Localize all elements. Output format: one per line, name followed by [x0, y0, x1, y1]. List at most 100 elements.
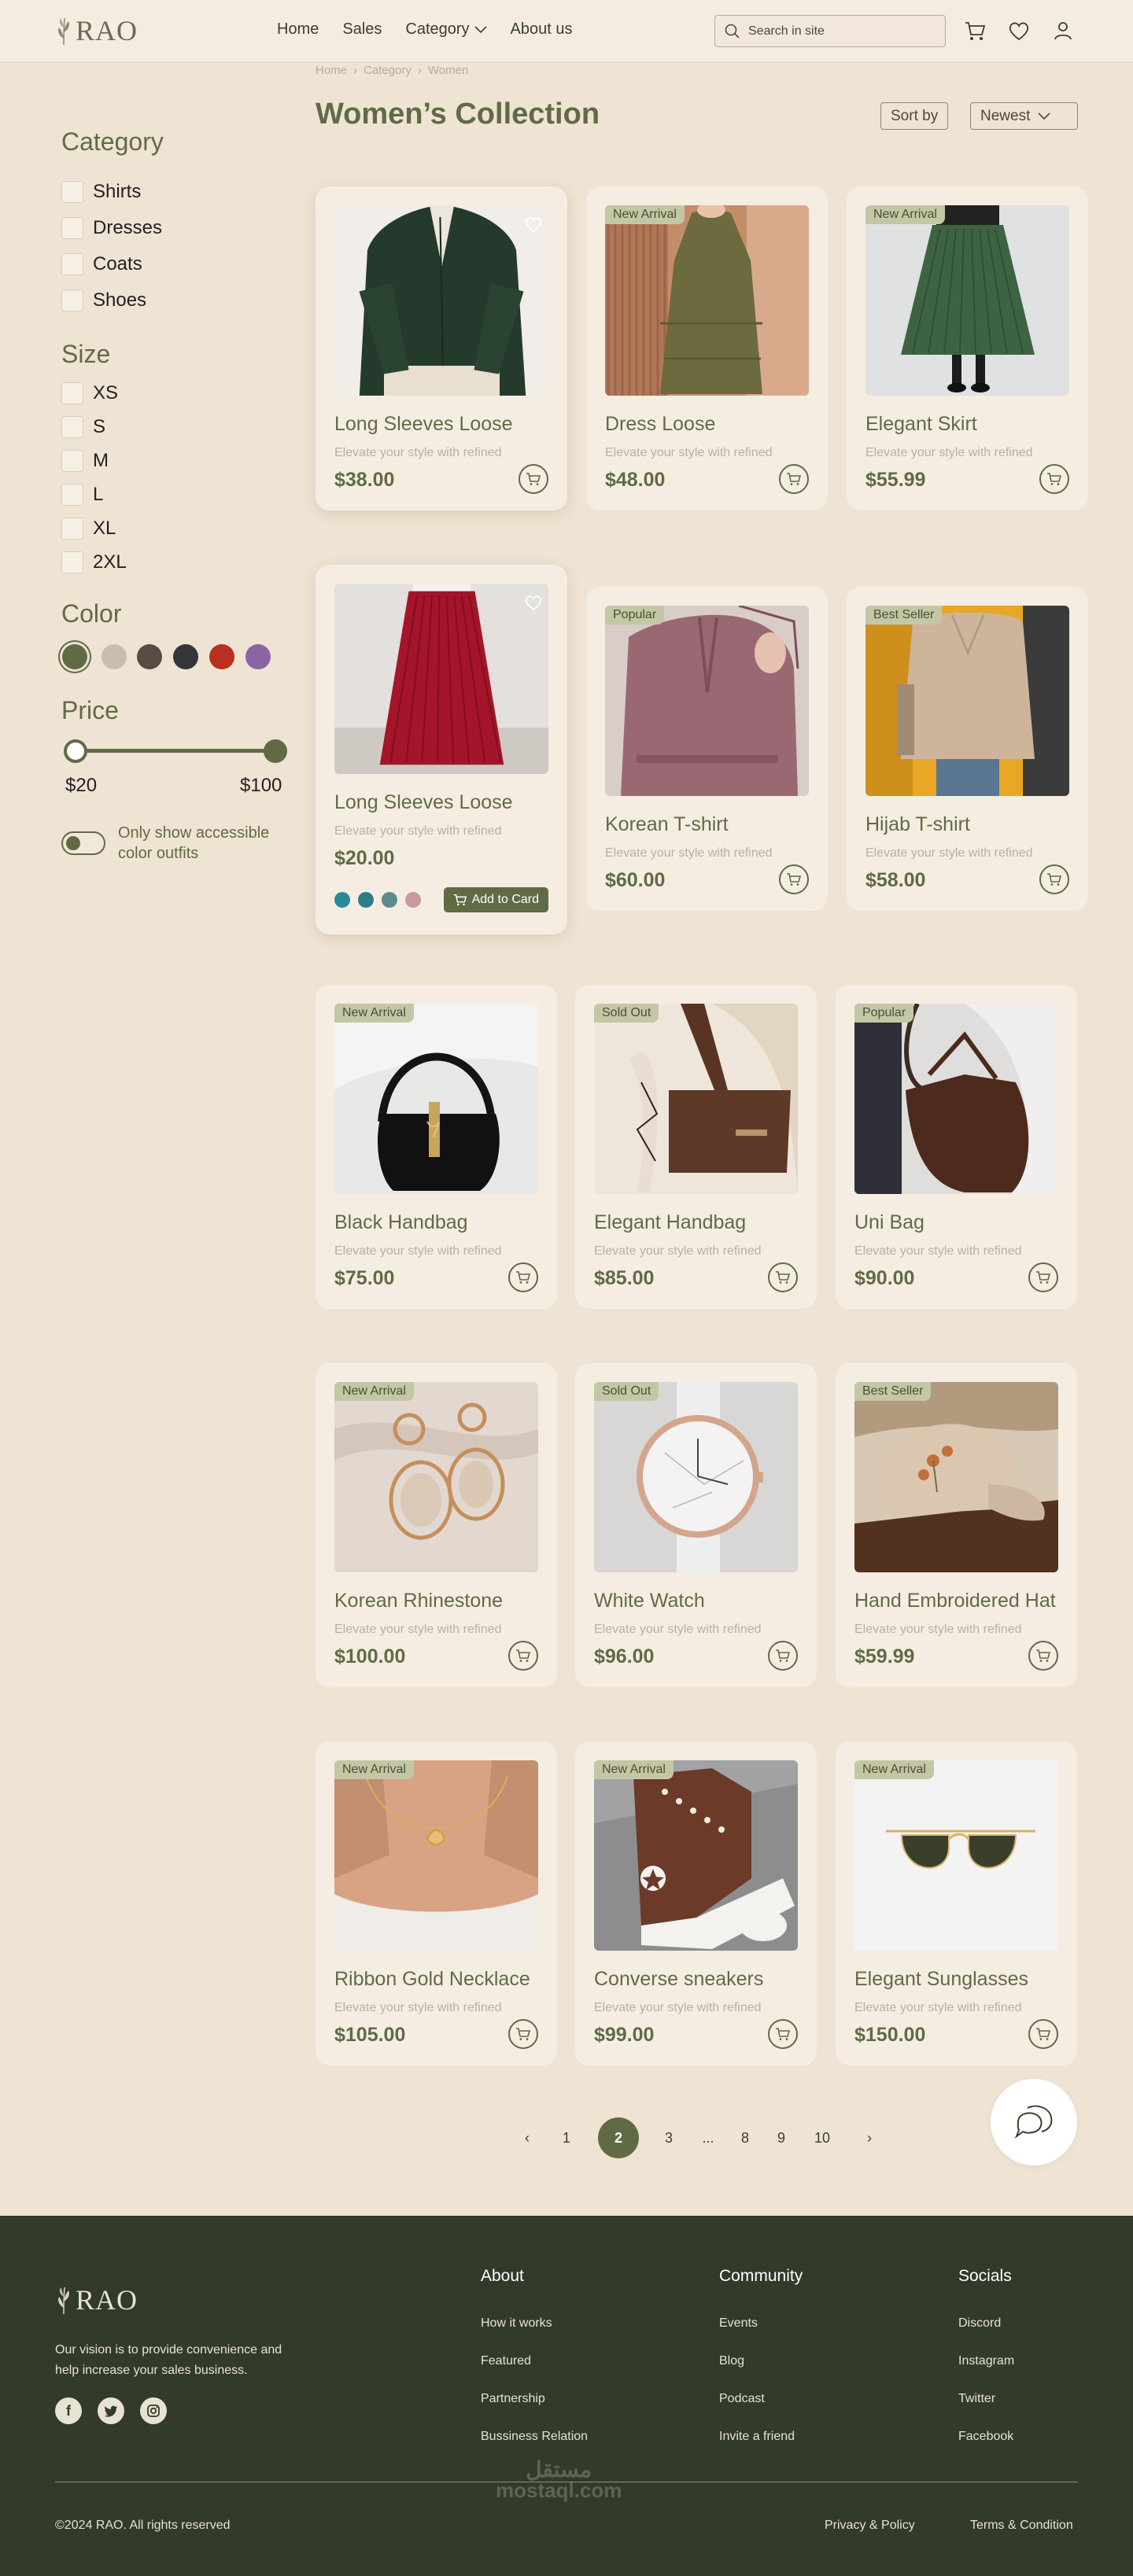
- checkbox[interactable]: [61, 382, 83, 404]
- product-name[interactable]: Black Handbag: [334, 1211, 468, 1234]
- terms-condition-link[interactable]: Terms & Condition: [970, 2519, 1073, 2533]
- footer-link-events[interactable]: Events: [719, 2316, 758, 2331]
- footer-link-how-it-works[interactable]: How it works: [481, 2316, 552, 2331]
- heart-icon[interactable]: [1007, 19, 1031, 42]
- product-name[interactable]: Long Sleeves Loose: [334, 413, 513, 436]
- black-handbag-photo[interactable]: [334, 1004, 538, 1194]
- add-to-cart-button[interactable]: [1028, 2019, 1058, 2049]
- prev-page-button[interactable]: ‹: [511, 2117, 543, 2158]
- product-name[interactable]: Long Sleeves Loose: [334, 791, 513, 814]
- chat-button[interactable]: [991, 2079, 1077, 2165]
- product-card[interactable]: New Arrival Converse sneakers Elevate your…: [575, 1741, 817, 2066]
- filter-size-s[interactable]: S: [61, 416, 105, 438]
- product-card[interactable]: New Arrival Black Handbag Elevate your sty…: [316, 985, 557, 1309]
- sort-select[interactable]: Newest: [970, 102, 1078, 130]
- price-slider-max-handle[interactable]: [264, 739, 287, 763]
- product-card[interactable]: New Arrival Elegant Sunglasses Elevate you…: [836, 1741, 1077, 2066]
- product-name[interactable]: Elegant Sunglasses: [854, 1968, 1028, 1991]
- add-to-cart-button[interactable]: [1039, 864, 1069, 894]
- product-card[interactable]: Sold Out White Watch Elevate your style wi…: [575, 1363, 817, 1687]
- checkbox[interactable]: [61, 217, 83, 239]
- checkbox[interactable]: [61, 181, 83, 203]
- beige-sweater-photo[interactable]: [865, 606, 1069, 796]
- nav-home[interactable]: Home: [277, 20, 319, 39]
- page-10[interactable]: 10: [806, 2117, 838, 2158]
- breadcrumb-category[interactable]: Category: [364, 64, 411, 77]
- product-card[interactable]: Long Sleeves Loose Elevate your style wit…: [316, 186, 567, 510]
- color-swatch-olive[interactable]: [62, 644, 87, 669]
- color-option-dot[interactable]: [382, 892, 397, 908]
- color-option-dot[interactable]: [405, 892, 421, 908]
- footer-link-facebook[interactable]: Facebook: [958, 2430, 1013, 2444]
- add-to-cart-button[interactable]: [519, 464, 548, 494]
- twitter-icon[interactable]: [98, 2397, 124, 2424]
- product-card[interactable]: New Arrival Korean Rhinestone Elevate your…: [316, 1363, 557, 1687]
- price-slider-track[interactable]: [76, 749, 275, 753]
- red-skirt-photo[interactable]: [334, 584, 548, 774]
- product-card[interactable]: Best Seller Hand Embroidered Hat Elevate y…: [836, 1363, 1077, 1687]
- watch-photo[interactable]: [594, 1382, 798, 1572]
- accessible-colors-toggle[interactable]: [61, 831, 105, 855]
- filter-size-l[interactable]: L: [61, 484, 103, 506]
- product-card[interactable]: Best Seller Hijab T-shirt Elevate your sty…: [847, 587, 1088, 911]
- product-card[interactable]: New Arrival Dress Loose Elevate your style…: [586, 186, 828, 510]
- add-to-cart-button[interactable]: [508, 1641, 538, 1671]
- filter-category-shoes[interactable]: Shoes: [61, 289, 146, 311]
- add-to-cart-button[interactable]: [779, 864, 809, 894]
- product-card[interactable]: New Arrival Elegant Skirt Elevate your sty…: [847, 186, 1088, 510]
- add-to-cart-button[interactable]: [508, 2019, 538, 2049]
- product-name[interactable]: Ribbon Gold Necklace: [334, 1968, 530, 1991]
- search-icon[interactable]: [725, 24, 740, 39]
- privacy-policy-link[interactable]: Privacy & Policy: [825, 2519, 915, 2533]
- filter-size-xl[interactable]: XL: [61, 518, 116, 540]
- product-name[interactable]: Converse sneakers: [594, 1968, 763, 1991]
- green-skirt-photo[interactable]: [865, 205, 1069, 396]
- color-option-dot[interactable]: [358, 892, 374, 908]
- necklace-photo[interactable]: [334, 1760, 538, 1951]
- filter-category-coats[interactable]: Coats: [61, 253, 142, 275]
- add-to-cart-button[interactable]: [768, 1641, 798, 1671]
- checkbox[interactable]: [61, 289, 83, 311]
- color-swatch-charcoal[interactable]: [173, 644, 198, 669]
- leather-bag-photo[interactable]: [854, 1004, 1058, 1194]
- cart-icon[interactable]: [963, 19, 987, 42]
- page-8[interactable]: 8: [729, 2117, 761, 2158]
- filter-category-shirts[interactable]: Shirts: [61, 181, 141, 203]
- product-name[interactable]: White Watch: [594, 1590, 705, 1612]
- page-3[interactable]: 3: [653, 2117, 685, 2158]
- footer-link-invite-friend[interactable]: Invite a friend: [719, 2430, 795, 2444]
- next-page-button[interactable]: ›: [854, 2117, 885, 2158]
- page-2-active[interactable]: 2: [598, 2117, 639, 2158]
- checkbox[interactable]: [61, 518, 83, 540]
- brown-handbag-photo[interactable]: [594, 1004, 798, 1194]
- footer-logo[interactable]: RAO: [55, 2283, 138, 2316]
- breadcrumb-home[interactable]: Home: [316, 64, 347, 77]
- product-name[interactable]: Uni Bag: [854, 1211, 924, 1234]
- nav-about-us[interactable]: About us: [511, 20, 573, 39]
- color-swatch-beige[interactable]: [101, 644, 127, 669]
- checkbox[interactable]: [61, 416, 83, 438]
- user-icon[interactable]: [1051, 19, 1075, 42]
- footer-link-blog[interactable]: Blog: [719, 2354, 744, 2368]
- product-name[interactable]: Elegant Handbag: [594, 1211, 746, 1234]
- nav-sales[interactable]: Sales: [342, 20, 382, 39]
- page-9[interactable]: 9: [766, 2117, 797, 2158]
- product-name[interactable]: Hijab T-shirt: [865, 813, 970, 836]
- footer-link-twitter[interactable]: Twitter: [958, 2392, 995, 2406]
- add-to-card-button[interactable]: Add to Card: [443, 887, 548, 912]
- checkbox[interactable]: [61, 484, 83, 506]
- footer-link-featured[interactable]: Featured: [481, 2354, 531, 2368]
- product-card[interactable]: New Arrival Ribbon Gold Necklace Elevate y…: [316, 1741, 557, 2066]
- color-option-dot[interactable]: [334, 892, 350, 908]
- checkbox[interactable]: [61, 551, 83, 573]
- nav-category[interactable]: Category: [405, 20, 487, 39]
- footer-link-podcast[interactable]: Podcast: [719, 2392, 765, 2406]
- product-card[interactable]: Long Sleeves Loose Elevate your style wit…: [316, 565, 567, 934]
- add-to-cart-button[interactable]: [768, 1262, 798, 1292]
- earrings-photo[interactable]: [334, 1382, 538, 1572]
- footer-link-discord[interactable]: Discord: [958, 2316, 1001, 2331]
- footer-link-instagram[interactable]: Instagram: [958, 2354, 1014, 2368]
- mauve-blouse-photo[interactable]: [605, 606, 809, 796]
- search-input[interactable]: [748, 24, 937, 39]
- page-1[interactable]: 1: [551, 2117, 582, 2158]
